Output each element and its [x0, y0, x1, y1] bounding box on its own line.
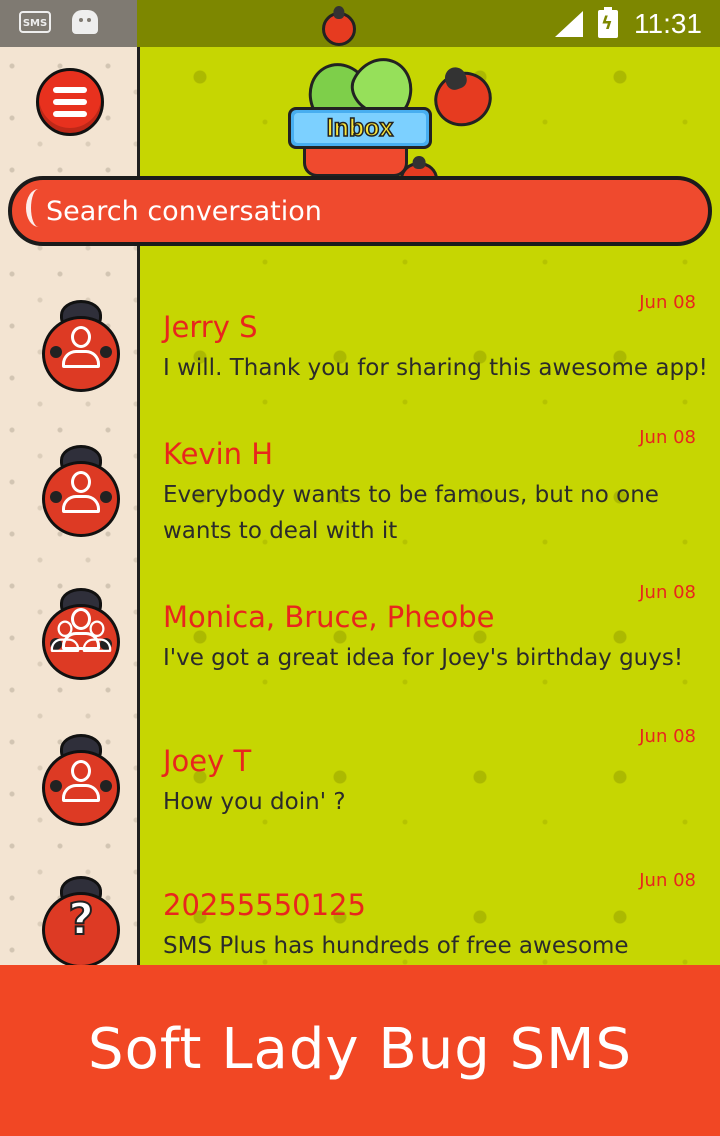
- status-time: 11:31: [634, 8, 702, 39]
- conversation-item[interactable]: ? Jun 08 20255550125 SMS Plus has hundre…: [0, 858, 720, 965]
- conversation-preview: I've got a great idea for Joey's birthda…: [163, 645, 684, 671]
- person-icon: [62, 471, 100, 523]
- conversation-name: Joey T: [163, 744, 252, 778]
- person-icon: [62, 608, 100, 660]
- person-body: [62, 495, 100, 513]
- conversation-item[interactable]: Jun 08 Joey T How you doin' ?: [0, 714, 720, 854]
- menu-button[interactable]: [36, 68, 104, 136]
- app-title: Soft Lady Bug SMS: [88, 1017, 632, 1082]
- conversation-preview: How you doin' ?: [163, 789, 346, 815]
- contact-ladybug-icon: [40, 445, 122, 537]
- person-icon: [62, 760, 100, 812]
- conversation-preview: SMS Plus has hundreds of free awesome th…: [163, 933, 629, 959]
- search-input[interactable]: [46, 190, 666, 232]
- hamburger-menu-icon: [53, 87, 87, 93]
- sms-notification-icon: SMS: [19, 11, 51, 33]
- person-head: [71, 760, 91, 782]
- hamburger-menu-icon: [53, 111, 87, 117]
- promo-footer: Soft Lady Bug SMS: [0, 965, 720, 1136]
- question-mark-icon: ?: [67, 893, 95, 946]
- inbox-badge-label: Inbox: [294, 113, 426, 143]
- conversation-item[interactable]: Jun 08 Kevin H Everybody wants to be fam…: [0, 415, 720, 565]
- ladybug-spot: [50, 346, 62, 358]
- ladybug-spot: [50, 491, 62, 503]
- battery-charging-icon: ϟ: [598, 7, 618, 38]
- conversation-item[interactable]: Jun 08 Jerry S I will. Thank you for sha…: [0, 280, 720, 400]
- conversation-preview: Everybody wants to be famous, but no one…: [163, 482, 659, 544]
- person-icon: [62, 326, 100, 378]
- android-icon: [72, 10, 98, 34]
- conversation-name: Jerry S: [163, 310, 258, 344]
- person-body: [62, 632, 100, 650]
- search-bar[interactable]: [8, 176, 712, 246]
- ladybug-decoration-icon: [322, 12, 356, 46]
- hamburger-menu-icon: [53, 99, 87, 105]
- ladybug-spot: [100, 491, 112, 503]
- ladybug-spot: [50, 780, 62, 792]
- conversation-date: Jun 08: [639, 427, 696, 448]
- conversation-item[interactable]: Jun 08 Monica, Bruce, Pheobe I've got a …: [0, 570, 720, 710]
- unknown-contact-ladybug-icon: ?: [40, 876, 122, 965]
- group-contact-ladybug-icon: [40, 588, 122, 680]
- contact-ladybug-icon: [40, 300, 122, 392]
- ladybug-spot: [100, 780, 112, 792]
- inbox-badge: Inbox: [288, 107, 432, 149]
- person-head: [71, 326, 91, 348]
- person-body: [62, 784, 100, 802]
- conversation-date: Jun 08: [639, 726, 696, 747]
- conversation-name: 20255550125: [163, 888, 366, 922]
- person-head: [71, 471, 91, 493]
- conversation-preview: I will. Thank you for sharing this aweso…: [163, 355, 708, 381]
- conversation-name: Kevin H: [163, 437, 274, 471]
- person-body: [62, 350, 100, 368]
- contact-ladybug-icon: [40, 734, 122, 826]
- conversation-name: Monica, Bruce, Pheobe: [163, 600, 495, 634]
- conversation-date: Jun 08: [639, 292, 696, 313]
- conversation-date: Jun 08: [639, 870, 696, 891]
- conversation-date: Jun 08: [639, 582, 696, 603]
- signal-icon: [555, 11, 583, 37]
- status-bar: SMS ϟ 11:31: [0, 0, 720, 47]
- person-head: [71, 608, 91, 630]
- ladybug-spot: [100, 346, 112, 358]
